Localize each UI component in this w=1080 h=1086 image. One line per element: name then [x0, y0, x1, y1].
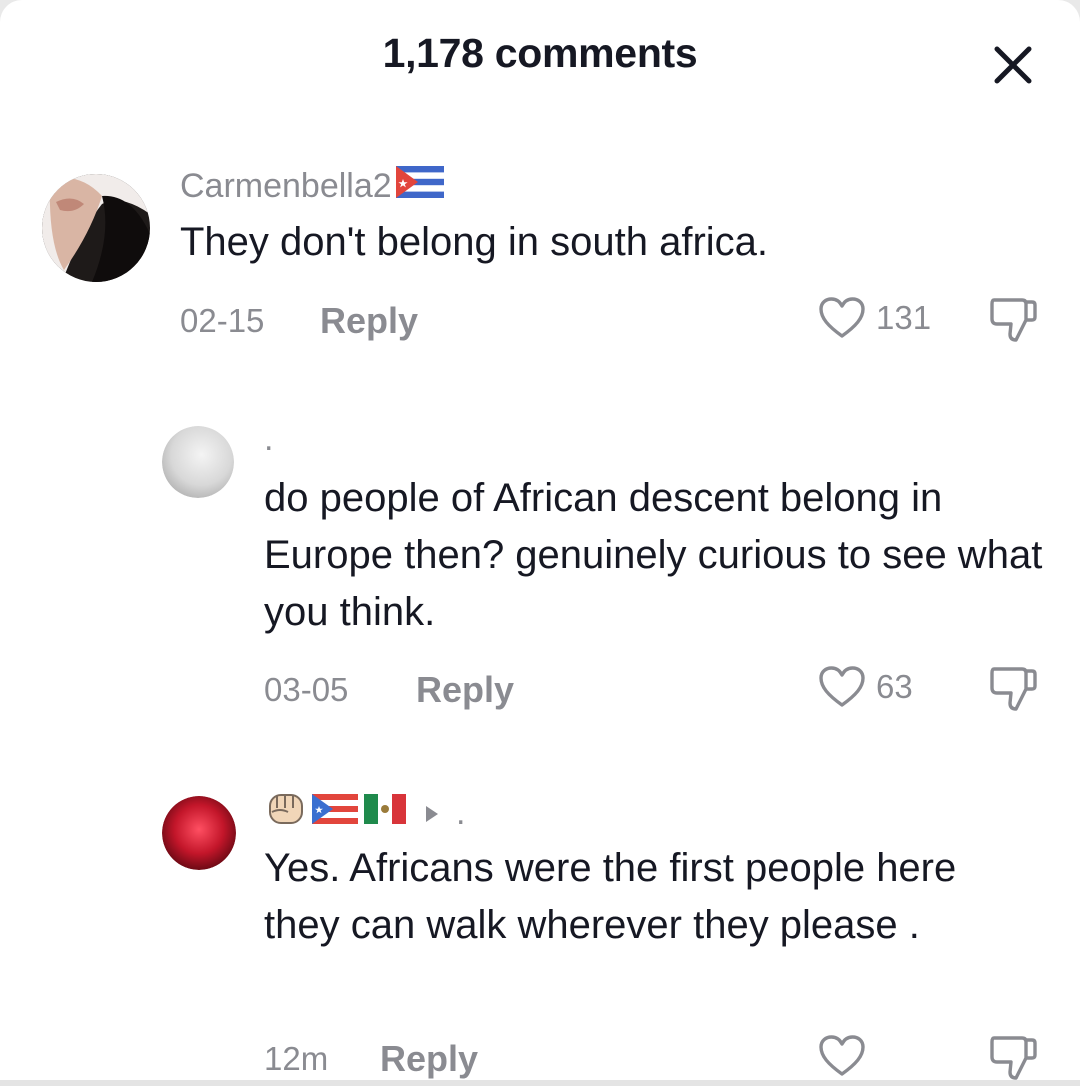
mexico-flag-icon [364, 794, 406, 833]
heart-icon [819, 297, 865, 338]
thumbs-down-icon [990, 298, 1037, 342]
comment-username[interactable]: . [264, 420, 273, 459]
reply-button[interactable]: Reply [320, 300, 418, 342]
cuba-flag-icon [395, 166, 444, 207]
heart-icon [819, 666, 865, 707]
avatar[interactable] [162, 426, 234, 498]
comments-sheet: 1,178 comments Carmenbella2 They don't b… [0, 0, 1080, 1086]
username-text: . [456, 794, 466, 832]
like-button[interactable]: 63 [818, 665, 913, 709]
close-icon[interactable] [990, 42, 1036, 88]
comment-date: 02-15 [180, 302, 265, 339]
dislike-button[interactable] [986, 1032, 1040, 1086]
avatar[interactable] [162, 796, 236, 870]
thumbs-down-icon [990, 1036, 1037, 1080]
reply-button[interactable]: Reply [380, 1038, 478, 1080]
dislike-button[interactable] [986, 663, 1040, 718]
comment-date: 03-05 [264, 671, 349, 708]
heart-icon [819, 1035, 865, 1076]
like-button[interactable] [818, 1034, 876, 1078]
reply-button[interactable]: Reply [416, 669, 514, 711]
username-text: Carmenbella2 [180, 167, 392, 205]
raised-fist-icon [266, 790, 306, 837]
comment-text: do people of African descent belong in E… [264, 476, 1043, 634]
like-count: 131 [876, 299, 932, 336]
comment-text: They don't belong in south africa. [180, 220, 769, 264]
comment-text: Yes. Africans were the first people here… [264, 846, 957, 947]
like-count: 63 [876, 668, 913, 705]
comment-date: 12m [264, 1040, 329, 1077]
comment-username[interactable]: . [266, 790, 465, 837]
reply-arrow-icon [424, 794, 440, 833]
comment-username[interactable]: Carmenbella2 [180, 166, 444, 207]
dislike-button[interactable] [986, 294, 1040, 349]
bottom-divider [0, 1080, 1080, 1086]
comments-count-title: 1,178 comments [382, 30, 698, 76]
username-text: . [264, 420, 274, 458]
puerto-rico-flag-icon [312, 794, 358, 833]
thumbs-down-icon [990, 667, 1037, 711]
like-button[interactable]: 131 [818, 296, 931, 340]
avatar[interactable] [42, 174, 150, 282]
